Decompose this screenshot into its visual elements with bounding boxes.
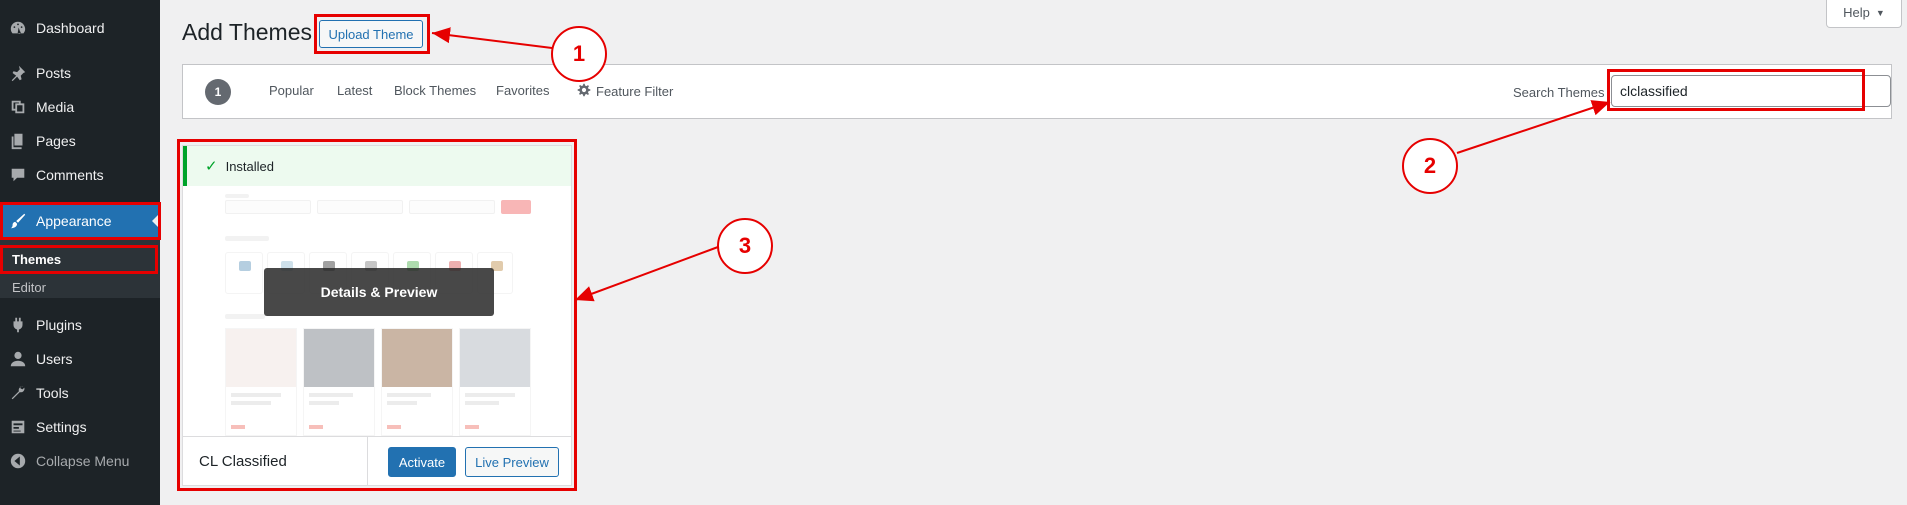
footer-divider	[367, 437, 368, 485]
screenshot-placeholder	[303, 328, 375, 436]
screenshot-placeholder	[225, 200, 311, 214]
appearance-submenu: Themes Editor	[0, 238, 160, 298]
sidebar-item-settings[interactable]: Settings	[0, 410, 160, 444]
gear-icon	[577, 83, 591, 100]
tab-latest[interactable]: Latest	[337, 83, 372, 98]
upload-theme-button[interactable]: Upload Theme	[319, 20, 423, 48]
tab-popular[interactable]: Popular	[269, 83, 314, 98]
sidebar-item-label: Tools	[36, 385, 69, 401]
collapse-icon	[0, 452, 36, 470]
checkmark-icon: ✓	[205, 158, 218, 175]
live-preview-button[interactable]: Live Preview	[465, 447, 559, 477]
search-label: Search Themes	[1513, 85, 1605, 100]
screenshot-placeholder	[381, 328, 453, 436]
theme-count-badge: 1	[205, 79, 231, 105]
active-indicator	[152, 213, 160, 229]
screenshot-placeholder	[409, 200, 495, 214]
submenu-item-themes[interactable]: Themes	[12, 252, 61, 267]
step-2-callout: 2	[1402, 138, 1458, 194]
sidebar-item-comments[interactable]: Comments	[0, 158, 160, 192]
pin-icon	[0, 64, 36, 82]
page-title: Add Themes	[182, 19, 312, 45]
tab-favorites[interactable]: Favorites	[496, 83, 549, 98]
screenshot-placeholder	[225, 194, 249, 198]
details-preview-overlay[interactable]: Details & Preview	[264, 268, 494, 316]
theme-card[interactable]: ✓ Installed Details & Preview CL Classif…	[182, 145, 572, 486]
step-3-callout: 3	[717, 218, 773, 274]
installed-label: Installed	[225, 158, 274, 174]
screenshot-placeholder	[501, 200, 531, 214]
admin-sidebar: Dashboard Posts Media Pages Comments App…	[0, 0, 160, 505]
sidebar-item-label: Dashboard	[36, 20, 105, 36]
theme-filter-bar: 1 Popular Latest Block Themes Favorites …	[182, 64, 1892, 119]
media-icon	[0, 98, 36, 116]
screenshot-placeholder	[225, 314, 265, 319]
screenshot-placeholder	[225, 328, 297, 436]
sidebar-item-label: Media	[36, 99, 75, 115]
theme-card-footer: CL Classified Activate Live Preview	[183, 436, 571, 485]
screenshot-placeholder	[225, 236, 269, 241]
dashboard-icon	[0, 19, 36, 37]
collapse-menu-button[interactable]: Collapse Menu	[0, 444, 160, 478]
feature-filter-button[interactable]: Feature Filter	[577, 83, 673, 100]
screenshot-placeholder	[459, 328, 531, 436]
sidebar-item-label: Appearance	[36, 213, 112, 229]
installed-notice: ✓ Installed	[183, 146, 571, 186]
sidebar-item-media[interactable]: Media	[0, 90, 160, 124]
help-button[interactable]: Help ▼	[1826, 0, 1902, 28]
activate-button[interactable]: Activate	[388, 447, 456, 477]
sidebar-item-label: Comments	[36, 167, 104, 183]
comment-icon	[0, 166, 36, 184]
sidebar-item-posts[interactable]: Posts	[0, 56, 160, 90]
tab-block-themes[interactable]: Block Themes	[394, 83, 476, 98]
sidebar-item-users[interactable]: Users	[0, 342, 160, 376]
pages-icon	[0, 132, 36, 150]
users-icon	[0, 350, 36, 368]
sidebar-item-label: Posts	[36, 65, 72, 81]
caret-down-icon: ▼	[1875, 7, 1885, 18]
arrow-step3	[574, 246, 719, 302]
arrow-step1	[431, 27, 553, 49]
wrench-icon	[0, 384, 36, 402]
sidebar-item-dashboard[interactable]: Dashboard	[0, 11, 160, 45]
sidebar-item-label: Plugins	[36, 317, 82, 333]
sidebar-item-plugins[interactable]: Plugins	[0, 308, 160, 342]
sidebar-item-label: Users	[36, 351, 73, 367]
feature-filter-label: Feature Filter	[596, 84, 674, 99]
sidebar-item-label: Pages	[36, 133, 76, 149]
plugin-icon	[0, 316, 36, 334]
step-1-callout: 1	[551, 26, 607, 82]
theme-name: CL Classified	[199, 453, 287, 470]
screenshot-placeholder	[225, 252, 263, 294]
paintbrush-icon	[0, 212, 36, 230]
sidebar-item-label: Collapse Menu	[36, 453, 130, 469]
screenshot-placeholder	[317, 200, 403, 214]
sidebar-item-appearance[interactable]: Appearance	[0, 204, 160, 238]
search-themes-input[interactable]	[1611, 75, 1891, 107]
sidebar-item-tools[interactable]: Tools	[0, 376, 160, 410]
settings-icon	[0, 418, 36, 436]
submenu-item-editor[interactable]: Editor	[12, 280, 46, 295]
sidebar-item-pages[interactable]: Pages	[0, 124, 160, 158]
help-label: Help	[1843, 5, 1870, 20]
sidebar-item-label: Settings	[36, 419, 87, 435]
